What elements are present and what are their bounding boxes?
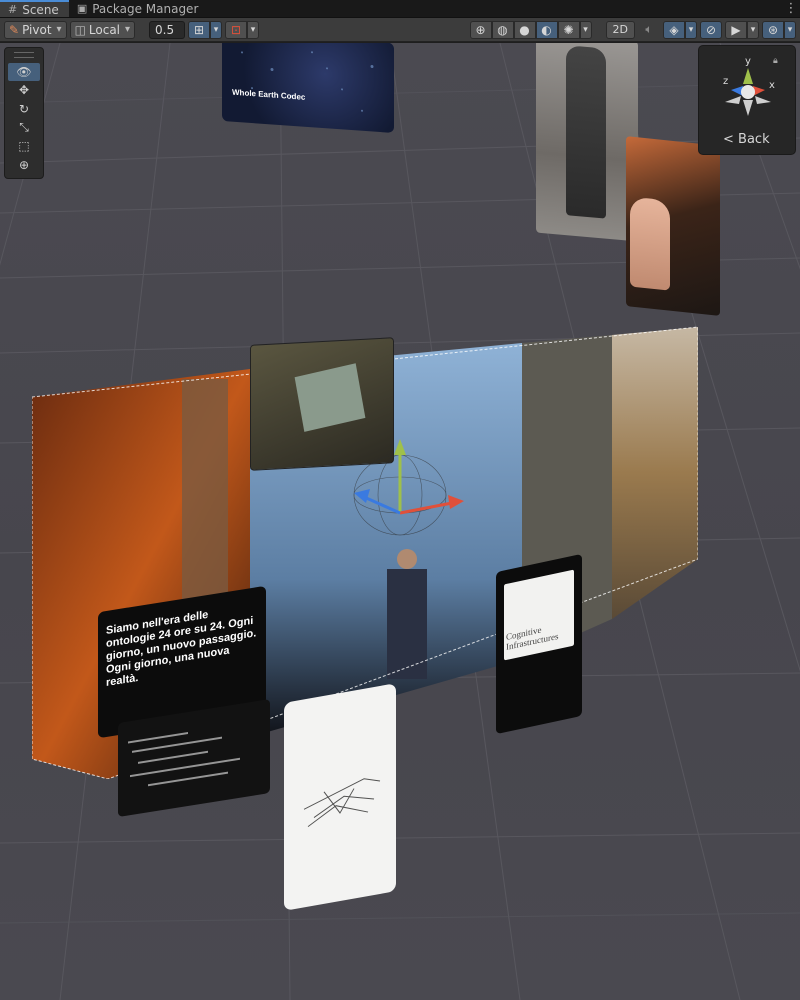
gizmos-button[interactable]: ⊛	[762, 20, 784, 39]
chevron-down-icon: ▾	[688, 24, 694, 35]
leaf-shape	[294, 363, 366, 432]
shaded-wireframe-icon: ◍	[497, 22, 508, 37]
view-back-label: Back	[738, 132, 770, 147]
chevron-down-icon: ▾	[583, 24, 588, 35]
snap-increment-input[interactable]	[149, 20, 186, 39]
speaker-icon: 🔈︎	[645, 22, 653, 36]
grid-snap-dropdown[interactable]: ▾	[210, 20, 223, 39]
sketch-card[interactable]	[284, 683, 396, 911]
lit-sphere-icon: ◐	[541, 22, 552, 37]
sketch-drawing	[303, 778, 381, 828]
pivot-label: Pivot	[22, 22, 52, 37]
more-options-icon[interactable]: ⋮	[782, 0, 800, 17]
axis-neg-y-cone	[743, 100, 753, 116]
grid-snap-icon: ⊞	[194, 22, 205, 37]
axis-y-label: y	[745, 56, 751, 67]
space-label: Local	[88, 22, 121, 37]
chevron-down-icon: ▾	[213, 24, 219, 35]
gizmos-dropdown[interactable]: ▾	[784, 20, 796, 39]
lighting-dropdown[interactable]: ▾	[579, 20, 592, 39]
gizmo-center	[741, 85, 755, 99]
orientation-gizmo[interactable]: y x z 🔒︎ < Back	[698, 45, 796, 155]
cognitive-card[interactable]: Cognitive Infrastructures	[496, 553, 582, 735]
rotate-icon: ↻	[18, 102, 30, 117]
tab-scene[interactable]: # Scene	[0, 0, 69, 17]
tab-package-manager[interactable]: ▣ Package Manager	[69, 0, 209, 17]
audio-toggle-button[interactable]: 🔈︎	[638, 20, 660, 39]
tab-package-manager-label: Package Manager	[92, 1, 199, 16]
2d-mode-label: 2D	[612, 23, 628, 36]
snap-icon: ⊡	[231, 22, 242, 37]
axis-x-label: x	[769, 80, 775, 91]
wireframe-icon: ⊕	[475, 22, 486, 37]
grid-snap-button[interactable]: ⊞	[188, 20, 211, 39]
chevron-left-icon: <	[723, 132, 734, 147]
quote-text: Siamo nell'era delle ontologie 24 ore su…	[106, 608, 257, 690]
transform-tool-button[interactable]: ⊕	[8, 156, 40, 174]
chevron-down-icon: ▾	[750, 24, 756, 35]
scale-tool-button[interactable]: ⤡	[8, 119, 40, 137]
axis-gizmo: y x z	[723, 56, 775, 116]
shaded-button[interactable]: ●	[513, 20, 536, 39]
x-axis-handle[interactable]	[399, 501, 453, 515]
view-tool-button[interactable]: 👁︎	[8, 62, 40, 81]
axis-y-cone	[743, 68, 753, 84]
scene-visibility-button[interactable]: ⊘	[700, 20, 722, 39]
rect-transform-icon: ⬚	[18, 139, 30, 154]
pivot-icon: ✎	[9, 22, 20, 37]
z-axis-handle[interactable]	[363, 495, 401, 515]
palette-grip[interactable]	[14, 52, 34, 58]
lighting-button[interactable]: ✺	[557, 20, 580, 39]
effects-button[interactable]: ◈	[663, 20, 685, 39]
eye-slash-icon: ⊘	[705, 22, 717, 37]
layers-icon: ◈	[669, 22, 679, 37]
effects-dropdown[interactable]: ▾	[685, 20, 697, 39]
lock-icon[interactable]: 🔒︎	[773, 56, 778, 66]
axis-z-label: z	[723, 76, 728, 87]
tab-scene-label: Scene	[22, 2, 59, 17]
camera-icon: ▶	[731, 22, 741, 37]
hand-image	[630, 196, 670, 291]
view-back-button[interactable]: < Back	[723, 132, 770, 147]
camera-dropdown[interactable]: ▾	[747, 20, 759, 39]
light-bulb-icon: ✺	[563, 22, 574, 37]
y-arrow-icon[interactable]	[394, 439, 406, 455]
performer-head	[397, 549, 417, 569]
axis-neg-x-cone	[755, 96, 771, 104]
tab-bar: # Scene ▣ Package Manager ⋮	[0, 0, 800, 18]
hand-screens-panel[interactable]	[626, 136, 720, 316]
2d-mode-button[interactable]: 2D	[605, 20, 635, 39]
scene-toolbar: ✎ Pivot ◫ Local ⊞ ▾ ⊡ ▾ ⊕ ◍ ● ◐ ✺ ▾ 2D 🔈…	[0, 18, 800, 42]
shaded-wireframe-button[interactable]: ◍	[491, 20, 514, 39]
codec-panel[interactable]: Whole Earth Codec	[222, 43, 394, 134]
lit-button[interactable]: ◐	[535, 20, 558, 39]
gizmo-icon: ⊛	[767, 22, 779, 37]
camera-settings-button[interactable]: ▶	[725, 20, 747, 39]
axis-neg-z-cone	[725, 96, 741, 104]
rect-tool-button[interactable]: ⬚	[8, 138, 40, 156]
space-dropdown[interactable]: ◫ Local	[69, 20, 136, 39]
move-tool-button[interactable]: ✥	[8, 82, 40, 100]
x-arrow-icon[interactable]	[448, 495, 464, 509]
shaded-sphere-icon: ●	[519, 22, 530, 37]
eye-icon: 👁︎	[16, 64, 32, 79]
cube-icon: ◫	[74, 22, 86, 37]
grid-icon: #	[8, 3, 18, 16]
person-photo-panel[interactable]	[536, 43, 638, 242]
rotate-tool-button[interactable]: ↻	[8, 100, 40, 118]
scale-icon: ⤡	[19, 120, 29, 135]
tool-palette: 👁︎ ✥ ↻ ⤡ ⬚ ⊕	[4, 47, 44, 179]
chevron-down-icon: ▾	[787, 24, 793, 35]
transform-handle[interactable]	[340, 433, 480, 543]
package-icon: ▣	[76, 2, 88, 15]
transform-icon: ⊕	[18, 158, 30, 173]
wireframe-shading-button[interactable]: ⊕	[469, 20, 492, 39]
move-icon: ✥	[18, 83, 30, 98]
scene-viewport[interactable]: Whole Earth Codec 👁︎ ✥ ↻ ⤡ ⬚ ⊕ y x z 🔒︎ …	[0, 43, 800, 1000]
chevron-down-icon: ▾	[250, 24, 256, 35]
pivot-dropdown[interactable]: ✎ Pivot	[4, 20, 67, 39]
increment-snap-dropdown[interactable]: ▾	[247, 20, 260, 39]
person-figure	[566, 45, 606, 219]
increment-snap-button[interactable]: ⊡	[225, 20, 248, 39]
